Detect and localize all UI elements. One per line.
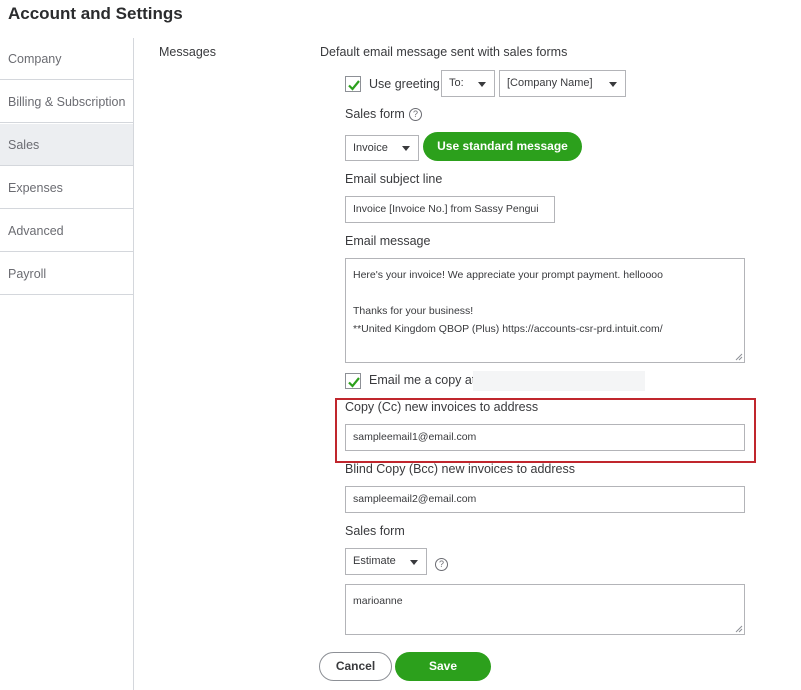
sales-form-2-select[interactable]: Estimate: [345, 548, 427, 575]
settings-sidebar: Company Billing & Subscription Sales Exp…: [0, 38, 134, 690]
email-message-textarea[interactable]: Here's your invoice! We appreciate your …: [345, 258, 745, 363]
sales-form-label: Sales form: [345, 107, 405, 121]
question-circle-icon[interactable]: ?: [435, 558, 448, 571]
caret-down-icon: [410, 559, 418, 565]
sales-form-value: Invoice: [353, 142, 388, 154]
use-greeting-checkbox[interactable]: [345, 76, 361, 92]
section-label-messages: Messages: [159, 45, 216, 59]
checkmark-icon: [348, 377, 360, 388]
bcc-email-input[interactable]: sampleemail2@email.com: [345, 486, 745, 513]
bcc-label: Blind Copy (Bcc) new invoices to address: [345, 462, 575, 476]
greeting-name-select[interactable]: [Company Name]: [499, 70, 626, 97]
save-button[interactable]: Save: [395, 652, 491, 681]
email-subject-input[interactable]: Invoice [Invoice No.] from Sassy Pengui: [345, 196, 555, 223]
email-me-copy-checkbox[interactable]: [345, 373, 361, 389]
cc-email-input[interactable]: sampleemail1@email.com: [345, 424, 745, 451]
redacted-email-address: [473, 371, 645, 391]
use-standard-message-button[interactable]: Use standard message: [423, 132, 582, 161]
greeting-name-value: [Company Name]: [507, 77, 593, 89]
sales-form-select[interactable]: Invoice: [345, 135, 419, 161]
resize-grip-icon[interactable]: [734, 624, 743, 633]
sidebar-item-sales[interactable]: Sales: [0, 124, 133, 166]
cc-label: Copy (Cc) new invoices to address: [345, 400, 539, 414]
sales-form-2-value: Estimate: [353, 555, 396, 567]
email-me-copy-label: Email me a copy at: [369, 373, 476, 387]
default-email-heading: Default email message sent with sales fo…: [320, 45, 568, 59]
use-greeting-label: Use greeting: [369, 77, 440, 91]
sidebar-item-expenses[interactable]: Expenses: [0, 167, 133, 209]
estimate-message-textarea[interactable]: marioanne: [345, 584, 745, 635]
greeting-to-value: To:: [449, 77, 464, 89]
page-title: Account and Settings: [8, 4, 183, 23]
caret-down-icon: [478, 81, 486, 87]
sidebar-item-billing[interactable]: Billing & Subscription: [0, 81, 133, 123]
email-subject-label: Email subject line: [345, 172, 443, 186]
estimate-message-text: marioanne: [353, 595, 403, 607]
checkmark-icon: [348, 80, 360, 91]
email-message-label: Email message: [345, 234, 431, 248]
resize-grip-icon[interactable]: [734, 352, 743, 361]
sales-form-2-label: Sales form: [345, 524, 405, 538]
email-message-line-1: Here's your invoice! We appreciate your …: [353, 269, 663, 281]
caret-down-icon: [402, 146, 410, 151]
sidebar-item-advanced[interactable]: Advanced: [0, 210, 133, 252]
question-circle-icon[interactable]: ?: [409, 108, 422, 121]
email-message-line-2: Thanks for your business!: [353, 305, 474, 317]
sidebar-item-payroll[interactable]: Payroll: [0, 253, 133, 295]
sidebar-item-company[interactable]: Company: [0, 38, 133, 80]
greeting-to-select[interactable]: To:: [441, 70, 495, 97]
email-message-line-3: **United Kingdom QBOP (Plus) https://acc…: [353, 323, 663, 335]
caret-down-icon: [609, 81, 617, 87]
cancel-button[interactable]: Cancel: [319, 652, 392, 681]
